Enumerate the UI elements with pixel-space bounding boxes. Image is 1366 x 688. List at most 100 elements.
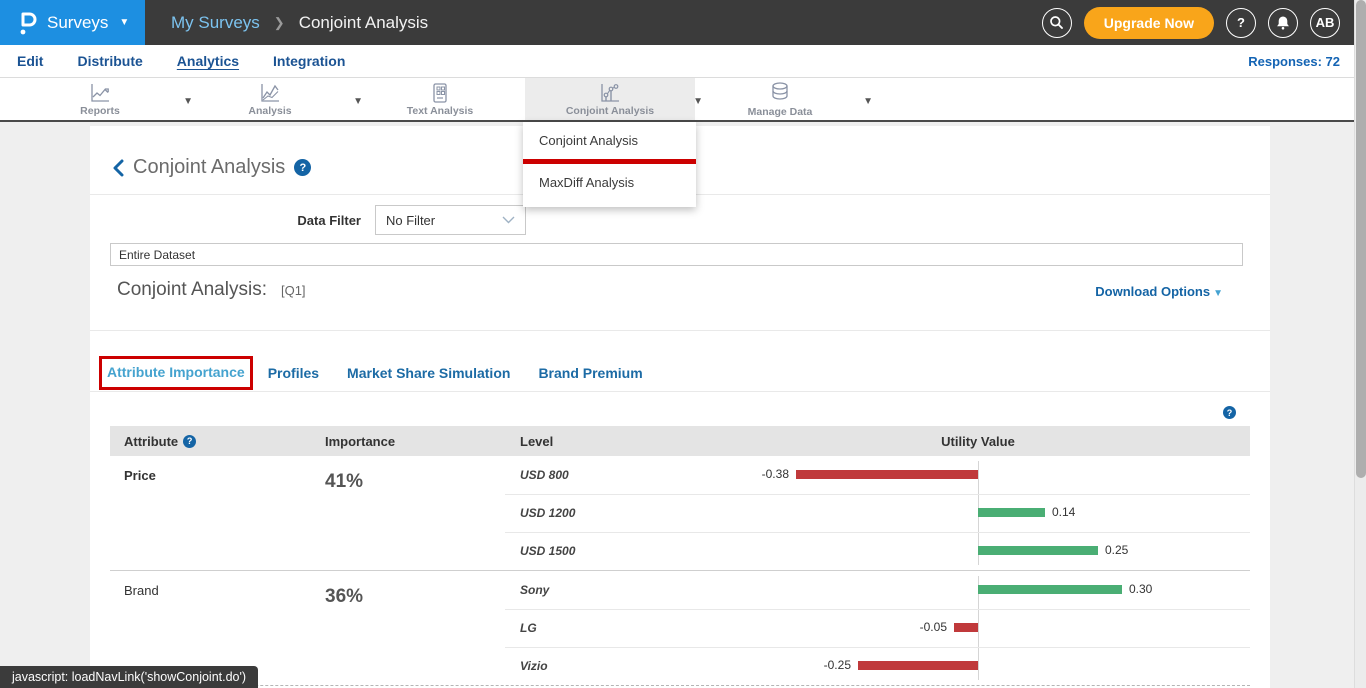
toolbar-label: Manage Data (748, 106, 813, 118)
avatar-initials: AB (1316, 15, 1335, 30)
toolbar-manage-data[interactable]: Manage Data ▼ (695, 78, 865, 120)
level-name: LG (520, 621, 537, 635)
utility-value-label: 0.14 (1052, 505, 1075, 519)
nav-item-edit[interactable]: Edit (17, 53, 43, 70)
line-chart-icon (88, 82, 112, 104)
toolbar-analysis[interactable]: Analysis ▼ (185, 78, 355, 120)
menu-item-conjoint-analysis[interactable]: Conjoint Analysis (523, 122, 696, 159)
analytics-toolbar: Reports ▼ Analysis ▼ Text Analysis ▼ Con… (0, 78, 1366, 122)
level-row: Vizio-0.25 (110, 647, 1250, 685)
toolbar-reports[interactable]: Reports ▼ (15, 78, 185, 120)
status-link-tooltip: javascript: loadNavLink('showConjoint.do… (0, 666, 258, 688)
brand-menu[interactable]: Surveys ▼ (0, 0, 145, 45)
level-row: Sony 0.30 (110, 571, 1250, 609)
top-bar: Surveys ▼ My Surveys ❯ Conjoint Analysis… (0, 0, 1366, 45)
question-mark-icon: ? (1237, 15, 1245, 30)
level-row: USD 15000.25 (110, 532, 1250, 570)
utility-value-label: 0.25 (1105, 543, 1128, 557)
chevron-down-icon: ▼ (1213, 288, 1223, 299)
utility-value-label: -0.25 (791, 658, 851, 672)
content-card: Conjoint Analysis ? Data Filter No Filte… (90, 126, 1270, 688)
help-button[interactable]: ? (1226, 8, 1256, 38)
level-name: USD 800 (520, 468, 569, 482)
breadcrumb-separator-icon: ❯ (274, 15, 285, 31)
breadcrumb: My Surveys ❯ Conjoint Analysis (171, 13, 428, 33)
notifications-button[interactable] (1268, 8, 1298, 38)
nav-item-distribute[interactable]: Distribute (77, 53, 142, 70)
nav-item-analytics[interactable]: Analytics (177, 53, 239, 70)
avatar[interactable]: AB (1310, 8, 1340, 38)
tab-attribute-importance[interactable]: Attribute Importance (107, 364, 245, 380)
menu-item-maxdiff-analysis[interactable]: MaxDiff Analysis (523, 164, 696, 201)
toolbar-conjoint-analysis[interactable]: Conjoint Analysis ▼ (525, 78, 695, 120)
toolbar-text-analysis[interactable]: Text Analysis ▼ (355, 78, 525, 120)
attribute-groups: Price41%USD 800-0.38USD 12000.14USD 1500… (110, 456, 1250, 686)
chevron-down-icon (502, 216, 515, 224)
tab-market-share-simulation[interactable]: Market Share Simulation (347, 365, 510, 381)
header-level: Level (520, 426, 553, 456)
responses-count: Responses: 72 (1248, 54, 1340, 69)
vertical-scrollbar[interactable] (1354, 0, 1366, 688)
breadcrumb-current: Conjoint Analysis (299, 13, 428, 33)
utility-bar-negative (954, 623, 978, 632)
download-options-link[interactable]: Download Options▼ (1095, 284, 1223, 299)
multi-line-chart-icon (258, 82, 282, 104)
chevron-down-icon[interactable]: ▼ (863, 96, 873, 107)
attribute-group: Brand36%Sony0.30LG-0.05Vizio-0.25 (110, 570, 1250, 686)
document-icon (429, 82, 451, 104)
utility-table: Attribute ? Importance Level Utility Val… (110, 426, 1250, 686)
attribute-group: Price41%USD 800-0.38USD 12000.14USD 1500… (110, 456, 1250, 570)
level-row: USD 800 -0.38 (110, 456, 1250, 494)
scrollbar-thumb[interactable] (1356, 0, 1366, 478)
level-name: Sony (520, 583, 549, 597)
annotation-red-box: Attribute Importance (99, 356, 253, 390)
database-icon (768, 81, 792, 105)
search-icon (1049, 15, 1064, 30)
utility-value-label: 0.30 (1129, 582, 1152, 596)
header-utility-value: Utility Value (941, 426, 1015, 456)
level-row: USD 1200 0.14 (110, 494, 1250, 532)
section-title: Conjoint Analysis: (117, 279, 267, 301)
question-reference: [Q1] (281, 283, 306, 298)
table-header-row: Attribute ? Importance Level Utility Val… (110, 426, 1250, 456)
toolbar-label: Reports (80, 105, 120, 117)
result-tabs: Attribute Importance Profiles Market Sha… (99, 356, 671, 390)
utility-bar-positive (978, 585, 1122, 594)
tab-profiles[interactable]: Profiles (268, 365, 319, 381)
brand-label: Surveys (47, 13, 108, 33)
table-help-icon[interactable]: ? (1223, 406, 1236, 419)
divider (90, 391, 1270, 392)
utility-bar-positive (978, 546, 1098, 555)
search-button[interactable] (1042, 8, 1072, 38)
back-chevron-icon[interactable] (112, 159, 124, 177)
utility-bar-negative (796, 470, 978, 479)
header-attribute: Attribute (124, 434, 178, 449)
toolbar-label: Conjoint Analysis (566, 105, 654, 117)
upgrade-now-button[interactable]: Upgrade Now (1084, 7, 1214, 39)
breadcrumb-my-surveys[interactable]: My Surveys (171, 13, 260, 33)
survey-nav: Edit Distribute Analytics Integration Re… (0, 45, 1366, 78)
data-filter-label: Data Filter (270, 213, 361, 228)
scatter-chart-icon (598, 82, 622, 104)
status-link-text: javascript: loadNavLink('showConjoint.do… (12, 670, 246, 684)
dataset-field[interactable] (110, 243, 1243, 266)
tab-brand-premium[interactable]: Brand Premium (538, 365, 642, 381)
level-row: LG-0.05 (110, 609, 1250, 647)
utility-bar-positive (978, 508, 1045, 517)
data-filter-value: No Filter (386, 213, 435, 228)
download-options-label: Download Options (1095, 284, 1210, 299)
nav-item-integration[interactable]: Integration (273, 53, 345, 70)
data-filter-select[interactable]: No Filter (375, 205, 526, 235)
bell-icon (1276, 15, 1290, 30)
utility-value-label: -0.38 (729, 467, 789, 481)
toolbar-label: Analysis (248, 105, 291, 117)
attribute-help-icon[interactable]: ? (183, 435, 196, 448)
page-title: Conjoint Analysis (133, 156, 285, 179)
divider (90, 330, 1270, 331)
conjoint-dropdown-menu: Conjoint Analysis MaxDiff Analysis (523, 122, 696, 207)
brand-caret-icon: ▼ (119, 17, 129, 28)
title-help-icon[interactable]: ? (294, 159, 311, 176)
header-importance: Importance (325, 426, 395, 456)
level-name: USD 1200 (520, 506, 575, 520)
toolbar-label: Text Analysis (407, 105, 474, 117)
